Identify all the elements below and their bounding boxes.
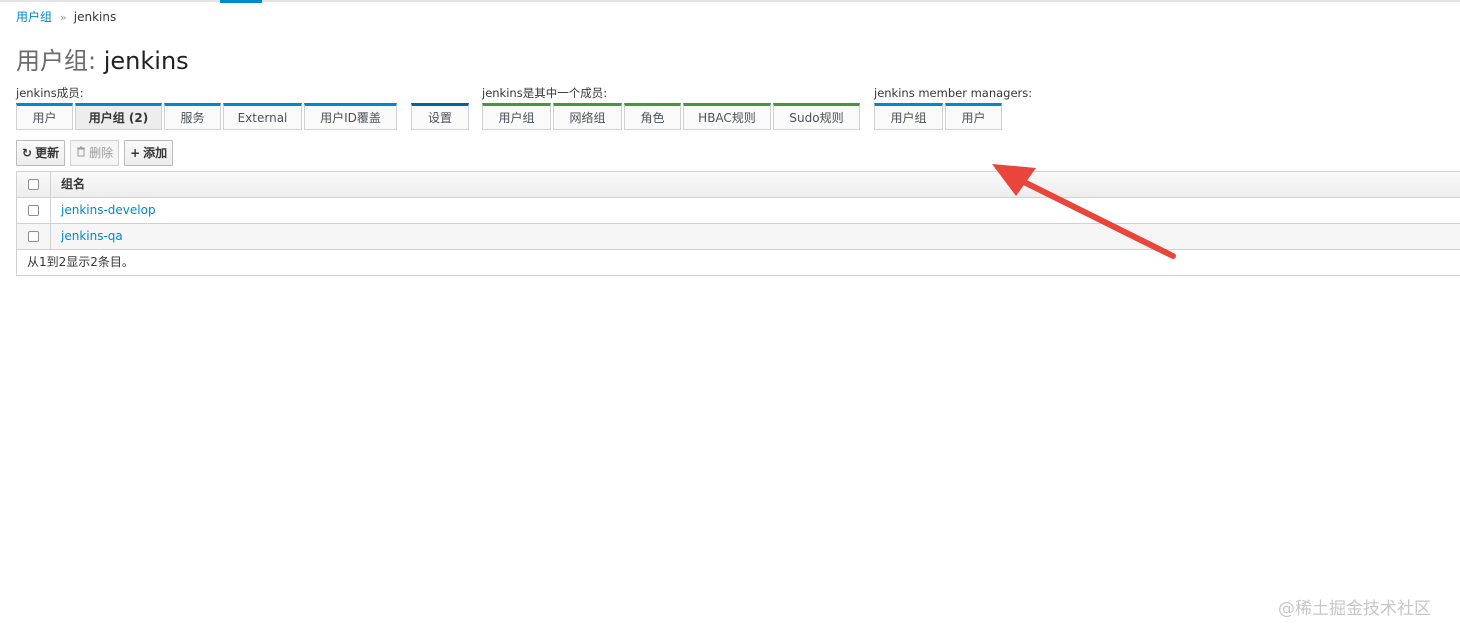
- annotation-arrow-shaft: [1011, 174, 1176, 259]
- delete-button-label: 删除: [89, 146, 114, 160]
- top-nav-active-indicator: [220, 0, 262, 3]
- table-row: jenkins-develop: [17, 198, 1460, 224]
- row-check-cell: [17, 198, 51, 223]
- add-button[interactable]: + 添加: [124, 140, 174, 166]
- tab-member-services[interactable]: 服务: [164, 103, 221, 130]
- group-link[interactable]: jenkins-develop: [61, 203, 156, 217]
- page-title-prefix: 用户组:: [16, 47, 97, 75]
- annotation-arrow-head: [992, 164, 1036, 196]
- page-title: 用户组: jenkins: [16, 44, 189, 78]
- table-pagination-summary: 从1到2显示2条目。: [17, 250, 1460, 276]
- table-header-row: 组名: [17, 172, 1460, 198]
- tabs-settings: 设置: [411, 103, 469, 130]
- tab-member-external[interactable]: External: [223, 103, 302, 130]
- breadcrumb-separator: »: [60, 11, 67, 24]
- facet-label-settings: [411, 86, 469, 103]
- tab-manager-user-groups[interactable]: 用户组: [874, 103, 943, 130]
- action-toolbar: ↻ 更新 删除 + 添加: [16, 140, 174, 166]
- tab-member-id-overrides[interactable]: 用户ID覆盖: [304, 103, 397, 130]
- row-check-cell: [17, 224, 51, 249]
- delete-button[interactable]: 删除: [70, 140, 120, 166]
- user-groups-table: 组名 jenkins-develop jenkins-qa 从1到2显示2条目。: [16, 171, 1460, 276]
- facet-label-managers: jenkins member managers:: [874, 86, 1033, 100]
- facet-group-managers: jenkins member managers: 用户组 用户: [874, 86, 1032, 130]
- tab-memberof-netgroups[interactable]: 网络组: [553, 103, 622, 130]
- facet-label-members: jenkins成员:: [16, 86, 84, 100]
- tab-manager-users[interactable]: 用户: [945, 103, 1002, 130]
- page-title-name: jenkins: [103, 47, 189, 75]
- refresh-button[interactable]: ↻ 更新: [16, 140, 66, 166]
- tab-member-user-groups[interactable]: 用户组 (2): [75, 103, 162, 130]
- group-name-cell: jenkins-qa: [51, 224, 123, 249]
- plus-icon: +: [130, 146, 141, 160]
- facet-group-settings: 设置: [411, 86, 469, 130]
- facet-label-member-of: jenkins是其中一个成员:: [482, 86, 608, 100]
- tab-member-users[interactable]: 用户: [16, 103, 73, 130]
- refresh-button-label: 更新: [35, 146, 60, 160]
- breadcrumb: 用户组 » jenkins: [16, 9, 116, 26]
- row-checkbox[interactable]: [28, 205, 39, 216]
- facet-group-member-of: jenkins是其中一个成员: 用户组 网络组 角色 HBAC规则 Sudo规则: [482, 86, 860, 130]
- annotation-arrow: [992, 164, 1176, 259]
- table-row: jenkins-qa: [17, 224, 1460, 250]
- tabs-managers: 用户组 用户: [874, 103, 1032, 130]
- select-all-cell: [17, 172, 51, 197]
- row-checkbox[interactable]: [28, 231, 39, 242]
- select-all-checkbox[interactable]: [28, 179, 39, 190]
- top-nav-border: [0, 0, 1460, 2]
- tab-memberof-user-groups[interactable]: 用户组: [482, 103, 551, 130]
- trash-icon: [76, 141, 86, 165]
- tab-memberof-roles[interactable]: 角色: [624, 103, 681, 130]
- group-name-cell: jenkins-develop: [51, 198, 156, 223]
- breadcrumb-user-groups-link[interactable]: 用户组: [16, 10, 52, 24]
- watermark: @稀土掘金技术社区: [1278, 599, 1431, 619]
- tab-memberof-sudo-rules[interactable]: Sudo规则: [773, 103, 860, 130]
- add-button-label: 添加: [143, 146, 168, 160]
- breadcrumb-current: jenkins: [73, 10, 117, 24]
- tabs-members: 用户 用户组 (2) 服务 External 用户ID覆盖: [16, 103, 397, 130]
- refresh-icon: ↻: [22, 146, 33, 160]
- tab-memberof-hbac-rules[interactable]: HBAC规则: [683, 103, 771, 130]
- facet-group-members: jenkins成员: 用户 用户组 (2) 服务 External 用户ID覆盖: [16, 86, 397, 130]
- tabs-member-of: 用户组 网络组 角色 HBAC规则 Sudo规则: [482, 103, 860, 130]
- group-link[interactable]: jenkins-qa: [61, 229, 123, 243]
- tab-settings[interactable]: 设置: [411, 103, 469, 130]
- column-header-group-name[interactable]: 组名: [51, 172, 85, 197]
